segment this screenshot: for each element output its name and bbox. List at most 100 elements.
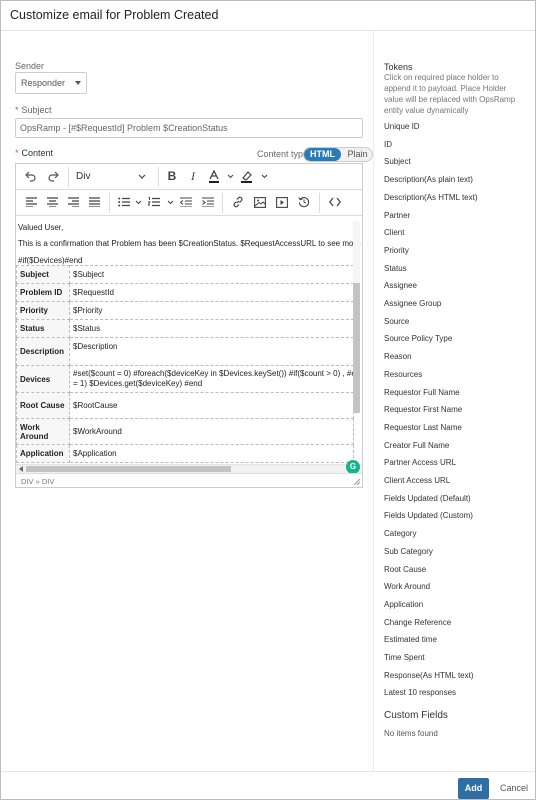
details-table: Subject $Subject Problem ID $RequestId P… <box>16 265 354 463</box>
code-icon[interactable] <box>326 193 344 211</box>
token-item[interactable]: Requestor First Name <box>384 405 462 414</box>
table-value: $RootCause <box>69 392 354 419</box>
token-item[interactable]: Resources <box>384 370 422 379</box>
italic-icon[interactable]: I <box>184 167 202 185</box>
required-marker: * <box>15 105 19 115</box>
table-row: Devices #set($count = 0) #foreach($devic… <box>16 365 354 393</box>
token-item[interactable]: Status <box>384 264 407 273</box>
resize-handle-icon[interactable] <box>353 478 360 485</box>
content-type-plain[interactable]: Plain <box>341 148 372 161</box>
token-item[interactable]: Partner <box>384 211 410 220</box>
tokens-title: Tokens <box>384 62 413 72</box>
token-item[interactable]: Work Around <box>384 582 430 591</box>
vertical-scroll-thumb[interactable] <box>353 283 360 413</box>
horizontal-scroll-thumb[interactable] <box>26 466 231 472</box>
token-item[interactable]: Category <box>384 529 416 538</box>
grammarly-icon[interactable]: G <box>346 460 360 474</box>
token-item[interactable]: Requestor Last Name <box>384 423 462 432</box>
undo-icon[interactable] <box>22 167 40 185</box>
link-icon[interactable] <box>229 193 247 211</box>
content-type-toggle: HTML Plain <box>303 147 373 162</box>
body-text: This is a confirmation that Problem has … <box>18 239 361 248</box>
token-item[interactable]: Change Reference <box>384 618 451 627</box>
table-row: Subject $Subject <box>16 265 354 284</box>
chevron-down-icon[interactable] <box>135 200 142 205</box>
table-key: Description <box>16 337 70 366</box>
add-button[interactable]: Add <box>458 778 489 799</box>
align-center-icon[interactable] <box>43 193 61 211</box>
token-item[interactable]: Time Spent <box>384 653 425 662</box>
content-label: Content <box>21 148 54 158</box>
toolbar-separator <box>68 167 69 187</box>
token-item[interactable]: Sub Category <box>384 547 433 556</box>
align-justify-icon[interactable] <box>85 193 103 211</box>
table-row: Priority $Priority <box>16 301 354 320</box>
table-value: $WorkAround <box>69 418 354 445</box>
chevron-down-icon[interactable] <box>261 174 268 179</box>
token-item[interactable]: Fields Updated (Custom) <box>384 511 473 520</box>
bold-icon[interactable]: B <box>163 167 181 185</box>
sender-label: Sender <box>15 61 45 71</box>
numbered-list-icon[interactable] <box>145 193 163 211</box>
align-left-icon[interactable] <box>22 193 40 211</box>
token-item[interactable]: Latest 10 responses <box>384 688 456 697</box>
token-item[interactable]: Source <box>384 317 409 326</box>
content-type-html[interactable]: HTML <box>304 148 341 161</box>
token-item[interactable]: Priority <box>384 246 409 255</box>
token-item[interactable]: Description(As plain text) <box>384 175 473 184</box>
token-item[interactable]: Requestor Full Name <box>384 388 460 397</box>
tokens-help: Click on required place holder to append… <box>384 73 516 115</box>
chevron-down-icon[interactable] <box>167 200 174 205</box>
sender-select[interactable]: Responder <box>15 72 87 94</box>
token-item[interactable]: Application <box>384 600 423 609</box>
token-item[interactable]: Subject <box>384 157 411 166</box>
outdent-icon[interactable] <box>177 193 195 211</box>
highlight-icon[interactable] <box>237 167 255 185</box>
editor-content[interactable]: Valued User, This is a confirmation that… <box>16 216 362 468</box>
bullet-list-icon[interactable] <box>115 193 133 211</box>
table-key: Root Cause <box>16 392 70 419</box>
token-item[interactable]: Source Policy Type <box>384 334 452 343</box>
format-value: Div <box>76 171 91 182</box>
redo-icon[interactable] <box>44 167 62 185</box>
image-icon[interactable] <box>251 193 269 211</box>
history-icon[interactable] <box>295 193 313 211</box>
footer-divider <box>1 771 535 772</box>
editor-status-path: DIV » DIV <box>16 473 362 487</box>
table-row: Problem ID $RequestId <box>16 283 354 302</box>
toolbar-separator <box>222 193 223 213</box>
title-divider <box>1 30 535 31</box>
token-item[interactable]: Client Access URL <box>384 476 450 485</box>
format-select[interactable]: Div <box>74 169 150 186</box>
media-icon[interactable] <box>273 193 291 211</box>
devices-loop-line-1: #set($count = 0) #foreach($deviceKey in … <box>73 369 354 378</box>
align-right-icon[interactable] <box>64 193 82 211</box>
token-item[interactable]: Creator Full Name <box>384 441 449 450</box>
subject-input[interactable]: OpsRamp - [#$RequestId] Problem $Creatio… <box>15 118 363 138</box>
token-item[interactable]: Fields Updated (Default) <box>384 494 471 503</box>
token-item[interactable]: Partner Access URL <box>384 458 456 467</box>
table-key: Devices <box>16 365 70 393</box>
scroll-left-icon[interactable] <box>18 466 24 472</box>
customize-email-dialog: Customize email for Problem Created Send… <box>0 0 536 800</box>
text-color-icon[interactable] <box>205 167 223 185</box>
token-item[interactable]: Reason <box>384 352 412 361</box>
chevron-down-icon[interactable] <box>227 174 234 179</box>
devices-loop-line-2: = 1) $Devices.get($deviceKey) #end <box>73 379 203 388</box>
table-row: Application $Application <box>16 444 354 463</box>
token-item[interactable]: Estimated time <box>384 635 437 644</box>
table-key: Application <box>16 444 70 463</box>
indent-icon[interactable] <box>199 193 217 211</box>
token-item[interactable]: Description(As HTML text) <box>384 193 478 202</box>
token-item[interactable]: ID <box>384 140 392 149</box>
table-row: Root Cause $RootCause <box>16 392 354 419</box>
token-item[interactable]: Assignee Group <box>384 299 441 308</box>
token-item[interactable]: Response(As HTML text) <box>384 671 474 680</box>
cancel-button[interactable]: Cancel <box>500 778 528 799</box>
token-item[interactable]: Root Cause <box>384 565 426 574</box>
token-item[interactable]: Unique ID <box>384 122 420 131</box>
token-item[interactable]: Client <box>384 228 404 237</box>
sender-value: Responder <box>21 78 66 88</box>
token-item[interactable]: Assignee <box>384 281 417 290</box>
table-value: $Status <box>69 319 354 338</box>
